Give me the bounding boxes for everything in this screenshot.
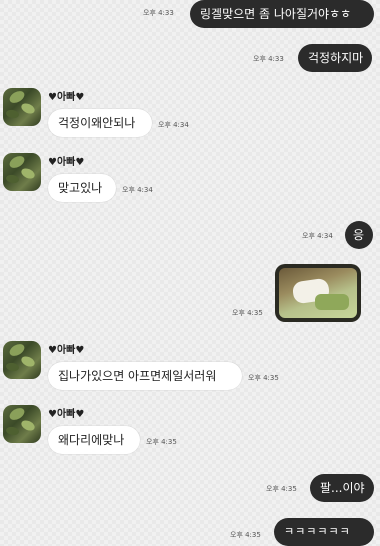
incoming-message-bubble[interactable]: 왜다리에맞나 <box>48 426 140 454</box>
incoming-message-bubble[interactable]: 맞고있나 <box>48 174 116 202</box>
message-timestamp: 오후 4:35 <box>266 485 297 493</box>
sender-avatar[interactable] <box>3 153 41 191</box>
outgoing-message-bubble[interactable]: 응 <box>345 221 373 249</box>
message-timestamp: 오후 4:35 <box>248 374 279 382</box>
outgoing-message-bubble[interactable]: 걱정하지마 <box>298 44 372 72</box>
sender-name: ♥아빠♥ <box>48 92 85 103</box>
incoming-message-bubble[interactable]: 집나가있으면 아프면제일서러워 <box>48 362 242 390</box>
message-timestamp: 오후 4:33 <box>253 55 284 63</box>
outgoing-message-bubble[interactable]: ㅋㅋㅋㅋㅋㅋ <box>274 518 374 546</box>
incoming-message-bubble[interactable]: 걱정이왜안되나 <box>48 109 152 137</box>
message-timestamp: 오후 4:34 <box>158 121 189 129</box>
photo-message[interactable] <box>275 264 361 322</box>
sender-avatar[interactable] <box>3 405 41 443</box>
sender-avatar[interactable] <box>3 88 41 126</box>
message-timestamp: 오후 4:35 <box>232 309 263 317</box>
outgoing-message-bubble[interactable]: 팔...이야 <box>310 474 374 502</box>
message-timestamp: 오후 4:33 <box>143 9 174 17</box>
outgoing-message-bubble[interactable]: 링겔맞으면 좀 나아질거야ㅎㅎ <box>190 0 374 28</box>
message-timestamp: 오후 4:35 <box>146 438 177 446</box>
sender-name: ♥아빠♥ <box>48 157 85 168</box>
sender-name: ♥아빠♥ <box>48 409 85 420</box>
message-timestamp: 오후 4:34 <box>302 232 333 240</box>
message-timestamp: 오후 4:34 <box>122 186 153 194</box>
sender-avatar[interactable] <box>3 341 41 379</box>
message-timestamp: 오후 4:35 <box>230 531 261 539</box>
sender-name: ♥아빠♥ <box>48 345 85 356</box>
